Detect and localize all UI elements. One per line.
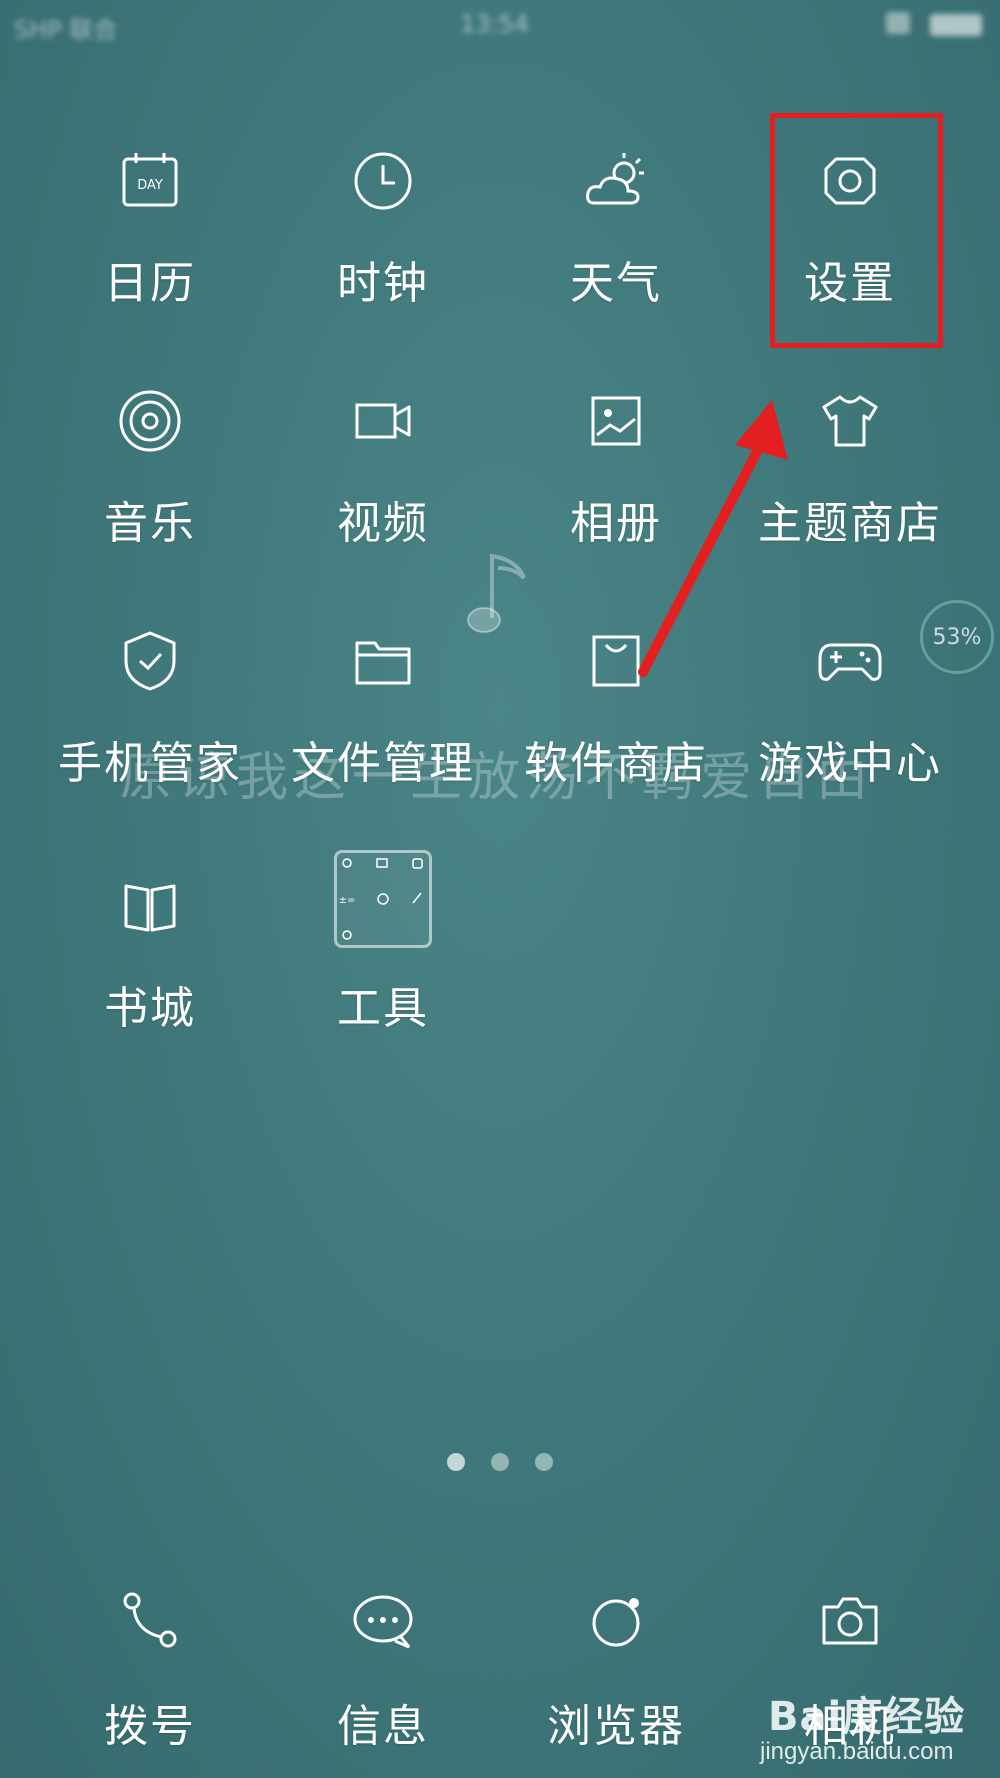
app-label: 相册: [570, 498, 662, 549]
shopping-bag-icon: [580, 625, 652, 697]
carrier-name: SHP 联合: [14, 16, 118, 44]
picture-icon: [580, 385, 652, 457]
page-dot[interactable]: [491, 1453, 509, 1471]
dock-camera[interactable]: 相机: [735, 1565, 965, 1778]
app-label: 工具: [337, 983, 429, 1034]
app-label: 手机管家: [58, 738, 242, 789]
tools-folder-icon: ±=: [334, 850, 432, 948]
app-label: 书城: [104, 983, 196, 1034]
folder-icon: [347, 625, 419, 697]
app-bookstore[interactable]: 书城: [35, 850, 265, 1080]
app-calendar[interactable]: DAY 日历: [35, 125, 265, 355]
gamepad-icon: [814, 625, 886, 697]
camera-icon: [814, 1585, 886, 1657]
app-label: 时钟: [337, 258, 429, 309]
status-time: 13:54: [460, 10, 530, 38]
battery-icon: [930, 14, 982, 36]
app-clock[interactable]: 时钟: [268, 125, 498, 355]
app-label: 拨号: [104, 1701, 196, 1752]
dock-browser[interactable]: 浏览器: [501, 1565, 731, 1778]
app-weather[interactable]: 天气: [501, 125, 731, 355]
globe-icon: [580, 1585, 652, 1657]
app-phone-manager[interactable]: 手机管家: [35, 605, 265, 835]
page-dot[interactable]: [535, 1453, 553, 1471]
svg-text:±=: ±=: [339, 895, 356, 906]
app-music[interactable]: 音乐: [35, 365, 265, 595]
app-label: 浏览器: [547, 1701, 685, 1752]
tshirt-icon: [814, 385, 886, 457]
app-label: 天气: [570, 258, 662, 309]
app-label: 游戏中心: [758, 738, 942, 789]
signal-icon: [886, 12, 910, 34]
clock-icon: [347, 145, 419, 217]
app-label: 音乐: [104, 498, 196, 549]
app-file-manager[interactable]: 文件管理: [268, 605, 498, 835]
app-theme-store[interactable]: 主题商店: [735, 365, 965, 595]
phone-icon: [114, 1585, 186, 1657]
disc-icon: [114, 385, 186, 457]
app-label: 软件商店: [524, 738, 708, 789]
app-app-store[interactable]: 软件商店: [501, 605, 731, 835]
video-camera-icon: [347, 385, 419, 457]
app-label: 设置: [804, 258, 896, 309]
app-label: 相机: [804, 1701, 896, 1752]
gear-icon: [814, 145, 886, 217]
page-dot[interactable]: [447, 1453, 465, 1471]
shield-icon: [114, 625, 186, 697]
app-gallery[interactable]: 相册: [501, 365, 731, 595]
app-label: 视频: [337, 498, 429, 549]
status-bar: SHP 联合 13:54: [0, 0, 1000, 50]
book-icon: [114, 870, 186, 942]
app-video[interactable]: 视频: [268, 365, 498, 595]
app-game-center[interactable]: 游戏中心: [735, 605, 965, 835]
dock-dialer[interactable]: 拨号: [35, 1565, 265, 1778]
app-settings[interactable]: 设置: [735, 125, 965, 355]
dock-messages[interactable]: 信息: [268, 1565, 498, 1778]
calendar-icon: DAY: [114, 145, 186, 217]
app-label: 文件管理: [291, 738, 475, 789]
app-tools-folder[interactable]: ±= 工具: [268, 850, 498, 1080]
app-label: 信息: [337, 1701, 429, 1752]
page-indicator: [447, 1453, 553, 1473]
calendar-icon-text: DAY: [137, 178, 163, 193]
app-label: 主题商店: [758, 498, 942, 549]
message-bubble-icon: [347, 1585, 419, 1657]
weather-icon: [580, 145, 652, 217]
app-label: 日历: [104, 258, 196, 309]
